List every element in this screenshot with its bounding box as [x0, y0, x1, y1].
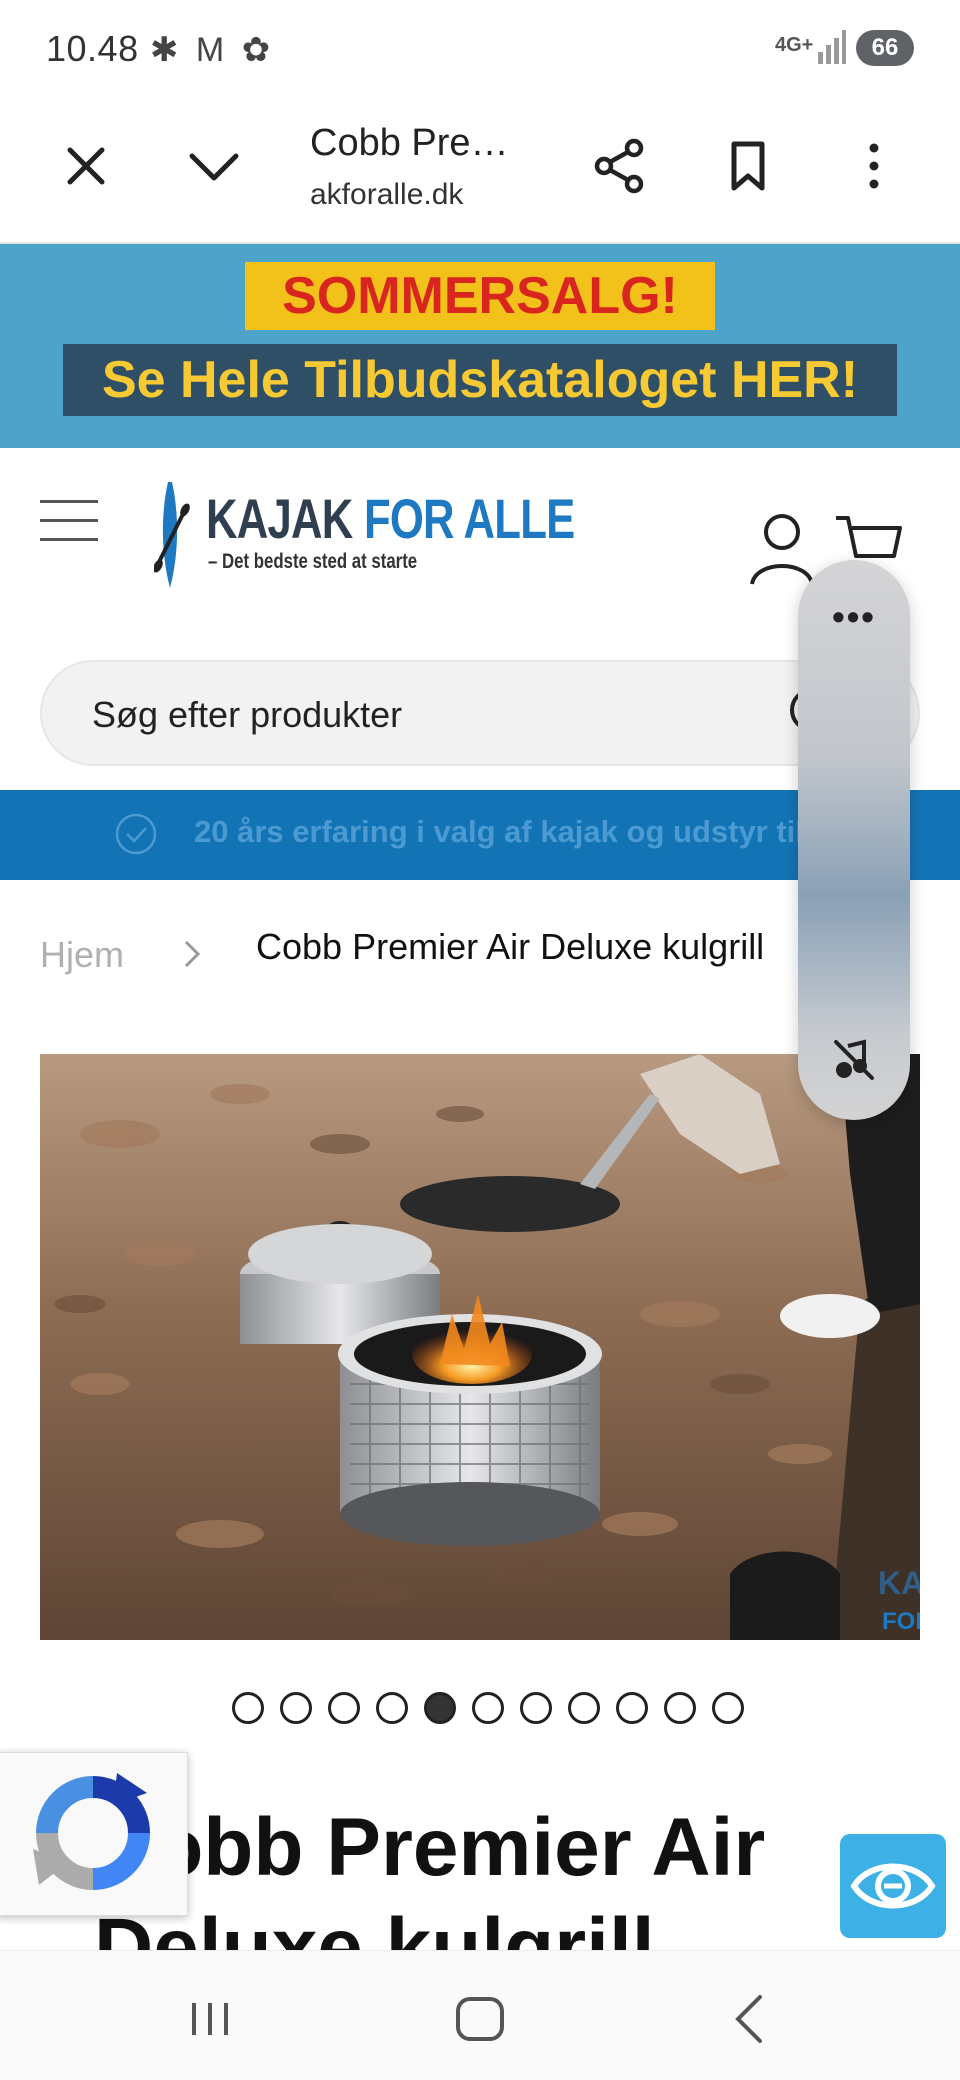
notification-icons: ✱ M ✿: [150, 31, 275, 69]
gallery-dot[interactable]: [616, 1692, 648, 1724]
page-url[interactable]: akforalle.dk: [310, 178, 463, 212]
gallery-dots: [0, 1692, 960, 1728]
bookmark-icon[interactable]: [716, 134, 780, 198]
promo-banner[interactable]: SOMMERSALG! Se Hele Tilbudskataloget HER…: [0, 244, 960, 448]
usp-text: 20 års erfaring i valg af kajak og udsty…: [194, 814, 804, 849]
status-bar: 10.48 ✱ M ✿ 4G+ 66: [0, 0, 960, 98]
gallery-dot[interactable]: [376, 1692, 408, 1724]
share-icon[interactable]: [588, 134, 652, 198]
recaptcha-icon: [33, 1773, 150, 1890]
sale-label[interactable]: SOMMERSALG!: [245, 262, 715, 330]
recents-icon[interactable]: [180, 1989, 240, 2049]
gallery-dot[interactable]: [472, 1692, 504, 1724]
status-time: 10.48: [46, 28, 139, 69]
gallery-dot[interactable]: [712, 1692, 744, 1724]
browser-toolbar: Cobb Pre… akforalle.dk: [0, 98, 960, 244]
mute-icon[interactable]: [830, 1036, 878, 1084]
gallery-dot[interactable]: [664, 1692, 696, 1724]
check-circle-icon: [115, 813, 157, 855]
more-options-icon[interactable]: •••: [798, 596, 910, 638]
recaptcha-badge[interactable]: [0, 1752, 188, 1916]
gallery-dot[interactable]: [568, 1692, 600, 1724]
floating-side-panel[interactable]: •••: [798, 560, 910, 1120]
gallery-dot-active[interactable]: [424, 1692, 456, 1724]
breadcrumb-current: Cobb Premier Air Deluxe kulgrill: [256, 926, 765, 967]
close-icon[interactable]: [54, 134, 118, 198]
logo-text[interactable]: KAJAK FOR ALLE: [206, 486, 575, 551]
system-nav-bar: [0, 1950, 960, 2080]
watermark-line2: FOR ALLE: [882, 1608, 920, 1635]
hamburger-icon[interactable]: [40, 500, 98, 541]
home-icon[interactable]: [450, 1989, 510, 2049]
grill-photo: KAJAK FOR ALLE: [40, 1054, 920, 1640]
gallery-dot[interactable]: [280, 1692, 312, 1724]
network-type: 4G+: [775, 34, 814, 56]
accessibility-button[interactable]: [840, 1834, 946, 1938]
search-input[interactable]: Søg efter produkter: [40, 660, 920, 766]
gallery-dot[interactable]: [520, 1692, 552, 1724]
watermark-line1: KAJAK: [878, 1565, 920, 1601]
search-placeholder[interactable]: Søg efter produkter: [92, 694, 402, 736]
gallery-dot[interactable]: [232, 1692, 264, 1724]
battery-indicator: 66: [856, 30, 914, 66]
page-title[interactable]: Cobb Pre…: [310, 122, 509, 165]
eye-icon: [850, 1863, 936, 1909]
signal-icon: [818, 30, 846, 64]
user-icon[interactable]: [748, 512, 816, 586]
back-icon[interactable]: [720, 1989, 780, 2049]
product-image[interactable]: KAJAK FOR ALLE: [40, 1054, 920, 1640]
catalog-link[interactable]: Se Hele Tilbudskataloget HER!: [63, 344, 897, 416]
kayak-logo-icon[interactable]: [154, 478, 198, 592]
more-vert-icon[interactable]: [842, 134, 906, 198]
logo-tagline: – Det bedste sted at starte: [208, 550, 418, 573]
chevron-down-icon[interactable]: [182, 134, 246, 198]
breadcrumb-home[interactable]: Hjem: [40, 934, 124, 976]
gallery-dot[interactable]: [328, 1692, 360, 1724]
chevron-right-icon: [184, 940, 201, 968]
